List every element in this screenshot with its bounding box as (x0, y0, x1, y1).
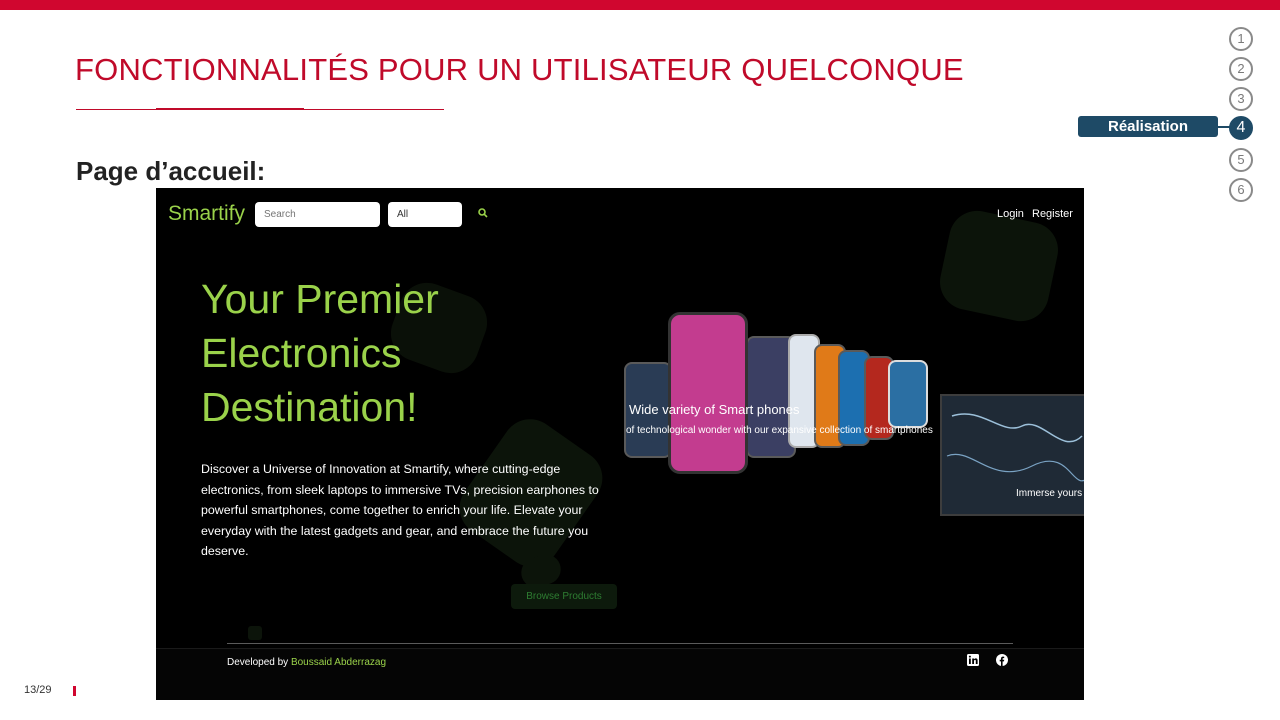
page-number-marker (73, 686, 76, 696)
phone-image (668, 312, 748, 474)
background-shape (934, 205, 1064, 327)
hero-description: Discover a Universe of Innovation at Sma… (201, 462, 599, 558)
carousel-caption: Wide variety of Smart phones (629, 402, 800, 417)
tv-caption: Immerse yours (1016, 488, 1083, 499)
active-step-label: Réalisation (1078, 116, 1218, 137)
footer-divider (227, 643, 1013, 644)
slide-subtitle: Page d’accueil: (76, 156, 266, 186)
site-footer (156, 648, 1084, 700)
footer-credit: Developed by Boussaid Abderrazag (227, 657, 386, 668)
step-4[interactable]: 4 (1229, 116, 1253, 140)
footer-author[interactable]: Boussaid Abderrazag (291, 657, 386, 668)
step-5[interactable]: 5 (1229, 148, 1253, 172)
linkedin-icon[interactable] (967, 654, 979, 666)
browse-products-button[interactable]: Browse Products (511, 584, 617, 609)
site-logo[interactable]: Smartify (168, 202, 245, 226)
phone-image (888, 360, 928, 428)
register-link[interactable]: Register (1032, 208, 1073, 220)
step-3[interactable]: 3 (1229, 87, 1253, 111)
footer-developed-by: Developed by (227, 657, 289, 668)
facebook-icon[interactable] (996, 654, 1008, 666)
login-link[interactable]: Login (997, 208, 1024, 220)
carousel-subcaption: of technological wonder with our expansi… (626, 425, 933, 436)
background-shape (248, 626, 262, 640)
website-screenshot: Smartify All Login Register Your Premier… (156, 188, 1084, 700)
category-select[interactable]: All (388, 202, 462, 227)
search-icon[interactable] (475, 205, 491, 221)
hero-title-line: Electronics (201, 330, 402, 376)
top-accent-bar (0, 0, 1280, 10)
active-step-connector (1216, 126, 1230, 128)
search-input[interactable] (255, 202, 380, 227)
hero-title-line: Your Premier (201, 276, 439, 322)
title-underline-accent (156, 108, 304, 110)
page-number: 13/29 (24, 684, 52, 696)
hero-title-line: Destination! (201, 384, 418, 430)
step-6[interactable]: 6 (1229, 178, 1253, 202)
step-2[interactable]: 2 (1229, 57, 1253, 81)
slide-title: FONCTIONNALITÉS POUR UN UTILISATEUR QUEL… (75, 52, 964, 87)
hero-title: Your Premier Electronics Destination! (201, 272, 501, 434)
step-1[interactable]: 1 (1229, 27, 1253, 51)
